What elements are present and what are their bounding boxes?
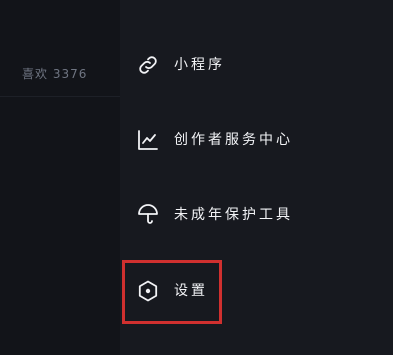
left-panel: 喜欢 3376 [0,0,120,355]
menu-item-label: 未成年保护工具 [174,207,293,223]
menu-item-label: 创作者服务中心 [174,132,293,148]
settings-highlight-box [122,260,222,324]
likes-label: 喜欢 3376 [22,67,88,81]
menu-item-minor-protection[interactable]: 未成年保护工具 [120,190,393,240]
menu-item-mini-programs[interactable]: 小程序 [120,40,393,90]
menu-item-creator-center[interactable]: 创作者服务中心 [120,115,393,165]
menu-item-label: 小程序 [174,57,225,73]
umbrella-icon [136,203,160,227]
chart-icon [136,128,160,152]
likes-tab[interactable]: 喜欢 3376 [0,40,120,97]
link-icon [136,53,160,77]
